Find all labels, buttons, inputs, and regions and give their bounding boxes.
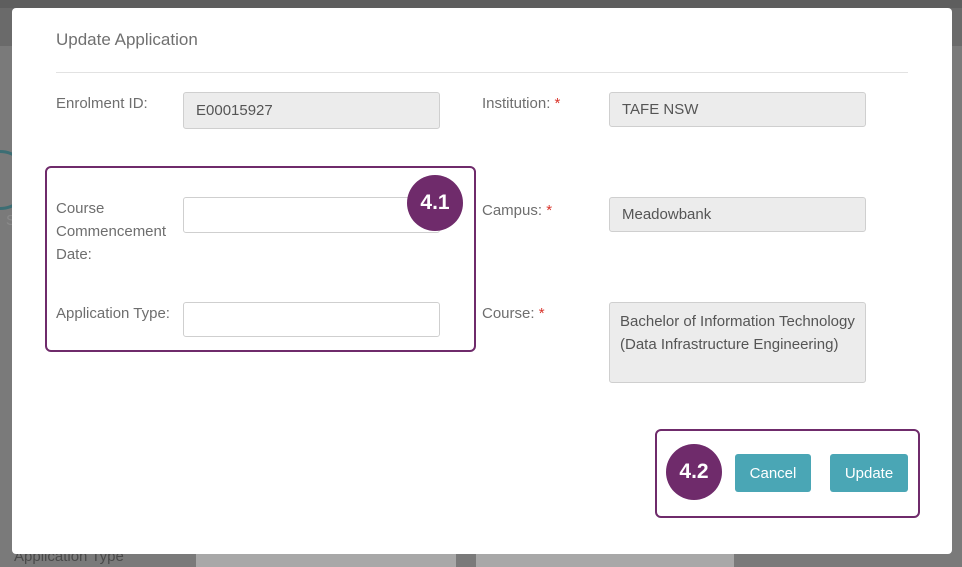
background-field — [196, 553, 456, 567]
campus-field[interactable] — [609, 197, 866, 232]
cancel-button[interactable]: Cancel — [735, 454, 811, 492]
institution-label-text: Institution: — [482, 95, 551, 112]
modal-divider — [56, 72, 908, 73]
institution-field[interactable] — [609, 92, 866, 127]
required-marker: * — [546, 202, 553, 219]
campus-label-text: Campus: — [482, 202, 543, 219]
background-strip — [0, 0, 962, 8]
enrolment-id-label: Enrolment ID: — [56, 95, 148, 112]
background-field — [476, 553, 734, 567]
step-badge-4-2: 4.2 — [666, 444, 722, 500]
course-field[interactable]: Bachelor of Information Technology (Data… — [609, 302, 866, 383]
required-marker: * — [554, 95, 561, 112]
course-label-text: Course: — [482, 305, 535, 322]
step-badge-4-1: 4.1 — [407, 175, 463, 231]
institution-label: Institution: * — [482, 92, 560, 115]
update-application-modal: Update Application Enrolment ID: Institu… — [12, 8, 952, 554]
required-marker: * — [538, 305, 545, 322]
enrolment-id-field[interactable] — [183, 92, 440, 129]
update-button[interactable]: Update — [830, 454, 908, 492]
course-label: Course: * — [482, 302, 545, 325]
campus-label: Campus: * — [482, 199, 552, 222]
modal-title: Update Application — [56, 30, 198, 49]
